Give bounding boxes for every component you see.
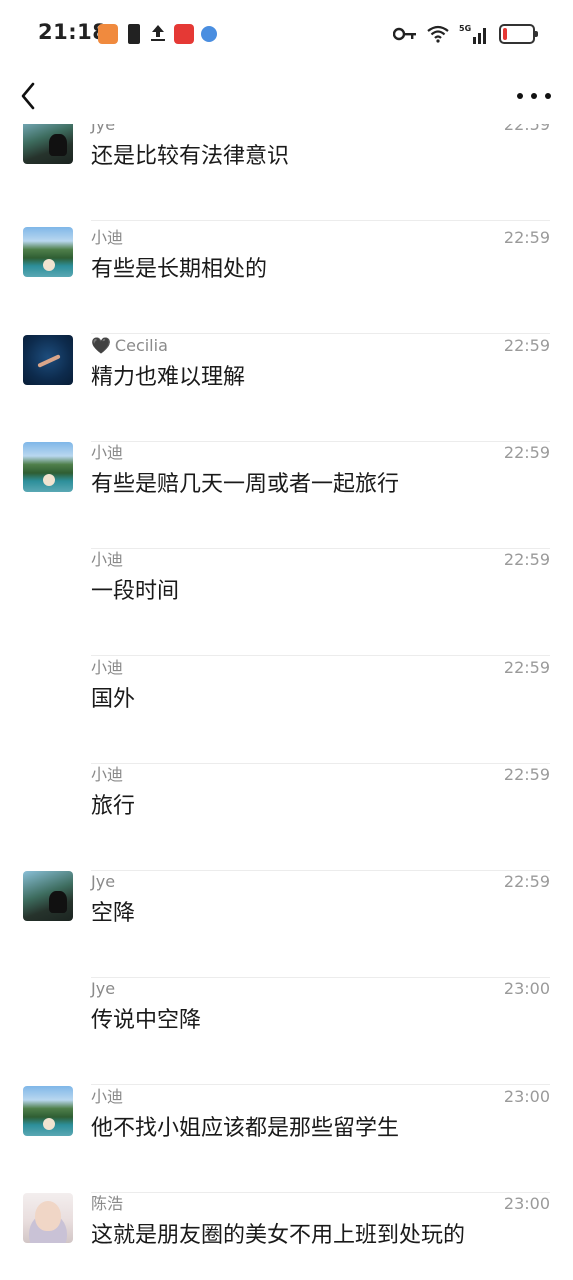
message-item[interactable]: 小迪 22:59 一段时间	[0, 549, 573, 657]
battery-level	[503, 28, 507, 40]
message-time: 22:59	[503, 442, 550, 462]
message-time: 22:59	[503, 550, 550, 570]
app-icon	[174, 24, 194, 44]
message-item[interactable]: Jye 22:59 还是比较有法律意识	[0, 124, 573, 221]
signal-icon: 5G	[459, 24, 486, 44]
message-text[interactable]: 传说中空降	[91, 1006, 201, 1036]
sender-name[interactable]: 小迪	[91, 442, 123, 464]
shield-app-icon	[98, 24, 118, 44]
sender-label: Jye	[91, 872, 116, 892]
sender-label: 小迪	[91, 657, 124, 677]
message-text[interactable]: 有些是长期相处的	[91, 255, 267, 285]
message-item[interactable]: Jye 22:59 空降	[0, 871, 573, 979]
message-time: 23:00	[503, 979, 550, 999]
message-text[interactable]: 他不找小姐应该都是那些留学生	[91, 1114, 399, 1144]
sender-label: Jye	[91, 979, 116, 999]
avatar[interactable]	[23, 871, 73, 922]
sender-name[interactable]: 小迪	[91, 1086, 123, 1108]
avatar[interactable]	[23, 227, 73, 278]
message-text[interactable]: 国外	[91, 685, 135, 715]
sender-name[interactable]: 陈浩	[91, 1193, 123, 1215]
message-text[interactable]: 旅行	[91, 792, 135, 822]
chevron-left-icon	[21, 82, 35, 110]
message-time: 23:00	[503, 1194, 550, 1213]
message-time: 22:59	[503, 657, 550, 677]
sender-label: Jye	[91, 124, 116, 134]
sender-label: Cecilia	[114, 335, 168, 355]
sender-name[interactable]: 小迪	[91, 549, 123, 571]
key-icon	[393, 27, 416, 41]
message-item[interactable]: 小迪 22:59 有些是长期相处的	[0, 227, 573, 335]
message-text[interactable]: 空降	[91, 899, 135, 929]
sender-name[interactable]: Jye	[91, 978, 115, 1000]
status-right: 5G	[393, 22, 538, 46]
message-time: 22:59	[503, 764, 550, 784]
message-list[interactable]: Jye 22:59 还是比较有法律意识小迪 22:59 有些是长期相处的 🖤 Cecilia…	[0, 124, 573, 1280]
avatar[interactable]	[23, 441, 73, 492]
sender-label: 小迪	[91, 550, 124, 570]
avatar[interactable]	[23, 1085, 73, 1136]
message-text[interactable]: 这就是朋友圈的美女不用上班到处玩的	[91, 1221, 465, 1251]
avatar[interactable]	[23, 1193, 73, 1243]
avatar[interactable]	[23, 124, 73, 164]
message-time: 22:59	[503, 124, 550, 134]
heart-icon: 🖤	[91, 335, 111, 355]
status-bar: 21:18 5G	[0, 0, 573, 68]
message-text[interactable]: 一段时间	[91, 577, 179, 607]
message-time: 22:59	[503, 228, 550, 248]
upload-icon	[151, 25, 165, 41]
message-item[interactable]: 小迪 22:59 有些是赔几天一周或者一起旅行	[0, 441, 573, 549]
sender-label: 小迪	[91, 764, 124, 784]
message-item[interactable]: 小迪 23:00 他不找小姐应该都是那些留学生	[0, 1085, 573, 1193]
sender-name[interactable]: 小迪	[91, 227, 123, 249]
message-time: 22:59	[503, 335, 550, 355]
message-item[interactable]: Jye 23:00 传说中空降	[0, 978, 573, 1086]
chat-header	[0, 68, 573, 124]
message-item[interactable]: 小迪 22:59 国外	[0, 657, 573, 764]
message-time: 22:59	[503, 872, 550, 892]
back-button[interactable]	[14, 78, 44, 114]
message-item[interactable]: 小迪 22:59 旅行	[0, 764, 573, 871]
status-time: 21:18	[38, 20, 108, 44]
more-options-button[interactable]	[517, 82, 551, 110]
message-item[interactable]: 🖤 Cecilia 22:59 精力也难以理解	[0, 334, 573, 442]
sender-name[interactable]: Jye	[91, 124, 115, 136]
network-type: 5G	[459, 24, 471, 33]
sender-name[interactable]: Jye	[91, 871, 115, 893]
more-horizontal-icon	[517, 93, 523, 99]
sender-name[interactable]: 🖤 Cecilia	[91, 335, 168, 357]
avatar[interactable]	[23, 334, 73, 385]
message-text[interactable]: 精力也难以理解	[91, 363, 245, 393]
sender-label: 小迪	[91, 442, 124, 462]
sender-label: 陈浩	[91, 1194, 124, 1213]
sender-label: 小迪	[91, 1086, 124, 1106]
message-text[interactable]: 有些是赔几天一周或者一起旅行	[91, 470, 399, 500]
divider	[91, 220, 550, 221]
message-time: 23:00	[503, 1086, 550, 1106]
message-item[interactable]: 陈浩 23:00 这就是朋友圈的美女不用上班到处玩的	[0, 1193, 573, 1280]
sender-label: 小迪	[91, 228, 124, 248]
sender-name[interactable]: 小迪	[91, 764, 123, 786]
browser-dot-icon	[201, 26, 217, 42]
document-icon	[128, 24, 140, 44]
battery-icon	[499, 24, 538, 44]
message-text[interactable]: 还是比较有法律意识	[91, 142, 289, 172]
wifi-icon	[427, 25, 449, 43]
sender-name[interactable]: 小迪	[91, 657, 123, 679]
